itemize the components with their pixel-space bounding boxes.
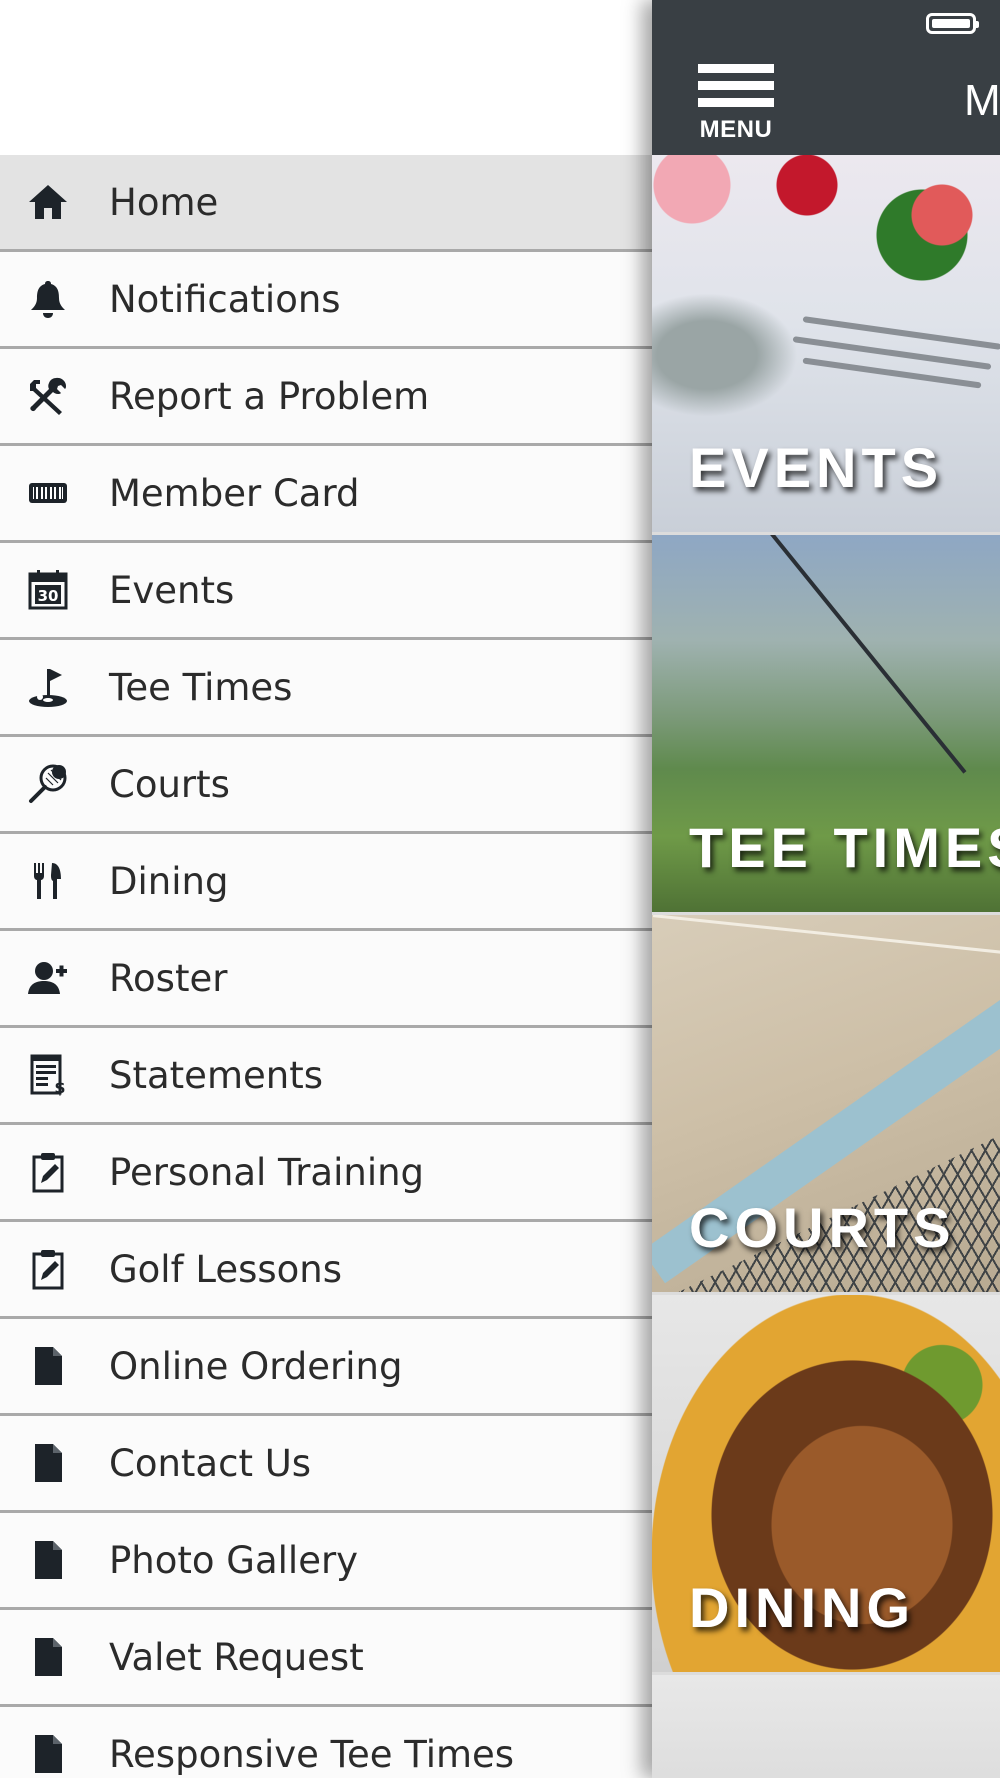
tile-list: EVENTS TEE TIMES COURTS DINING (652, 155, 1000, 1778)
menu-item-label: Personal Training (109, 1150, 425, 1194)
menu-button[interactable]: MENU (698, 64, 774, 143)
menu-item-photo-gallery[interactable]: Photo Gallery (0, 1513, 652, 1610)
menu-item-valet-request[interactable]: Valet Request (0, 1610, 652, 1707)
svg-text:$: $ (54, 1078, 65, 1097)
clipboard-edit-icon (24, 1245, 72, 1293)
tile-tee-times[interactable]: TEE TIMES (652, 535, 1000, 915)
menu-item-notifications[interactable]: Notifications (0, 252, 652, 349)
menu-item-label: Statements (109, 1053, 323, 1097)
statement-icon: $ (24, 1051, 72, 1099)
menu-item-label: Contact Us (109, 1441, 312, 1485)
menu-item-label: Tee Times (109, 665, 293, 709)
menu-item-statements[interactable]: $ Statements (0, 1028, 652, 1125)
person-icon (24, 954, 72, 1002)
battery-full-icon (926, 13, 979, 34)
menu-item-label: Responsive Tee Times (109, 1732, 515, 1776)
menu-item-online-ordering[interactable]: Online Ordering (0, 1319, 652, 1416)
menu-item-contact-us[interactable]: Contact Us (0, 1416, 652, 1513)
menu-item-golf-lessons[interactable]: Golf Lessons (0, 1222, 652, 1319)
page-title: M (964, 76, 1000, 125)
tile-caption: DINING (689, 1576, 915, 1639)
top-bar: MENU M (652, 0, 1000, 155)
document-icon (24, 1730, 72, 1778)
menu-item-label: Dining (109, 859, 229, 903)
menu-item-label: Report a Problem (109, 374, 430, 418)
menu-item-label: Home (109, 180, 219, 224)
tools-icon (24, 372, 72, 420)
menu-item-dining[interactable]: Dining (0, 834, 652, 931)
navigation-drawer: Home Notifications Report a Problem Memb… (0, 0, 652, 1778)
menu-item-label: Events (109, 568, 235, 612)
menu-item-label: Roster (109, 956, 228, 1000)
tile-partial[interactable] (652, 1675, 1000, 1778)
menu-item-label: Valet Request (109, 1635, 364, 1679)
main-panel: MENU M EVENTS TEE TIMES COURTS DINING (652, 0, 1000, 1778)
tile-courts[interactable]: COURTS (652, 915, 1000, 1295)
document-icon (24, 1439, 72, 1487)
menu-button-label: MENU (699, 116, 773, 143)
menu-item-label: Photo Gallery (109, 1538, 359, 1582)
menu-item-member-card[interactable]: Member Card (0, 446, 652, 543)
menu-item-report-a-problem[interactable]: Report a Problem (0, 349, 652, 446)
calendar-day-text: 30 (38, 587, 59, 605)
document-icon (24, 1536, 72, 1584)
menu-item-roster[interactable]: Roster (0, 931, 652, 1028)
menu-item-home[interactable]: Home (0, 155, 652, 252)
clipboard-edit-icon (24, 1148, 72, 1196)
tennis-racket-icon (24, 760, 72, 808)
menu-item-tee-times[interactable]: Tee Times (0, 640, 652, 737)
document-icon (24, 1633, 72, 1681)
tile-caption: EVENTS (689, 436, 944, 499)
barcode-card-icon (24, 469, 72, 517)
document-icon (24, 1342, 72, 1390)
golf-flag-icon (24, 663, 72, 711)
menu-item-label: Courts (109, 762, 230, 806)
menu-item-responsive-tee-times[interactable]: Responsive Tee Times (0, 1707, 652, 1778)
menu-item-events[interactable]: 30 Events (0, 543, 652, 640)
menu-item-label: Member Card (109, 471, 360, 515)
fork-knife-icon (24, 857, 72, 905)
tile-dining[interactable]: DINING (652, 1295, 1000, 1675)
menu-item-personal-training[interactable]: Personal Training (0, 1125, 652, 1222)
menu-item-label: Notifications (109, 277, 341, 321)
tile-events[interactable]: EVENTS (652, 155, 1000, 535)
menu-item-courts[interactable]: Courts (0, 737, 652, 834)
home-icon (24, 178, 72, 226)
bell-icon (24, 275, 72, 323)
calendar-icon: 30 (24, 566, 72, 614)
menu-list: Home Notifications Report a Problem Memb… (0, 155, 652, 1778)
hamburger-icon (698, 64, 774, 73)
tile-caption: COURTS (689, 1196, 956, 1259)
drawer-header (0, 0, 652, 155)
tile-caption: TEE TIMES (689, 816, 1000, 879)
menu-item-label: Golf Lessons (109, 1247, 343, 1291)
menu-item-label: Online Ordering (109, 1344, 403, 1388)
